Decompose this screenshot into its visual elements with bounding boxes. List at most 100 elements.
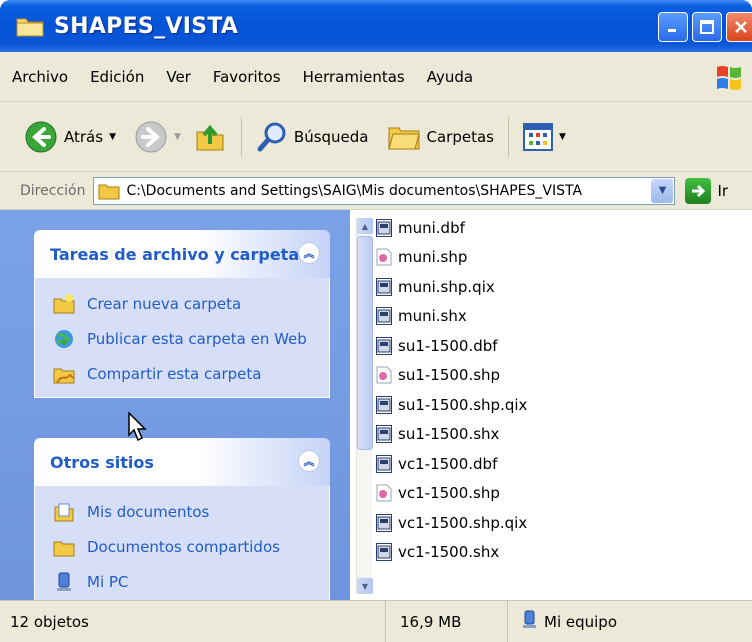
dbf-file-icon (376, 455, 392, 473)
other-places-header[interactable]: Otros sitios ︽ (34, 438, 330, 486)
forward-dropdown-icon[interactable]: ▼ (174, 132, 181, 142)
file-item[interactable]: vc1-1500.shp (376, 479, 500, 507)
share-folder-icon (53, 363, 75, 385)
back-arrow-icon (25, 121, 57, 152)
views-grid-icon (522, 122, 553, 151)
forward-button[interactable]: ▼ (128, 113, 187, 161)
file-item[interactable]: muni.shp.qix (376, 273, 495, 301)
place-my-computer[interactable]: Mi PC (53, 564, 329, 599)
scroll-down-button[interactable]: ▼ (357, 578, 373, 594)
address-bar: Dirección C:\Documents and Settings\SAIG… (0, 172, 752, 210)
task-label: Publicar esta carpeta en Web (87, 329, 307, 348)
folders-icon (387, 127, 420, 149)
task-pane: Tareas de archivo y carpeta ︽ Crear nuev… (0, 210, 350, 600)
file-item[interactable]: su1-1500.shx (376, 420, 499, 448)
back-label: Atrás (64, 127, 104, 146)
search-button[interactable]: Búsqueda (250, 113, 375, 161)
place-my-documents[interactable]: Mis documentos (53, 494, 329, 529)
task-label: Crear nueva carpeta (87, 294, 242, 313)
minimize-button[interactable] (658, 12, 688, 42)
go-label[interactable]: Ir (717, 182, 728, 200)
status-bar: 12 objetos 16,9 MB Mi equipo (0, 600, 752, 642)
vertical-scrollbar[interactable]: ▲ ▼ (356, 218, 373, 594)
address-input[interactable]: C:\Documents and Settings\SAIG\Mis docum… (93, 176, 676, 205)
file-item[interactable]: vc1-1500.dbf (376, 450, 497, 478)
file-item[interactable]: su1-1500.shp.qix (376, 391, 527, 419)
qix-file-icon (376, 514, 392, 532)
folders-button[interactable]: Carpetas (381, 113, 500, 161)
menu-herramientas[interactable]: Herramientas (303, 68, 405, 86)
go-arrow-icon (692, 184, 706, 197)
file-item[interactable]: muni.shx (376, 302, 467, 330)
my-documents-icon (53, 501, 75, 523)
views-button[interactable]: ▼ (517, 113, 572, 161)
menu-edicion[interactable]: Edición (90, 68, 144, 86)
menu-archivo[interactable]: Archivo (12, 68, 68, 86)
address-dropdown-button[interactable]: ▼ (651, 178, 674, 203)
shx-file-icon (376, 543, 392, 561)
task-share-folder[interactable]: Compartir esta carpeta (53, 356, 329, 391)
file-item[interactable]: muni.shp (376, 243, 467, 271)
scroll-up-button[interactable]: ▲ (357, 218, 373, 234)
place-shared-documents[interactable]: Documentos compartidos (53, 529, 329, 564)
task-new-folder[interactable]: Crear nueva carpeta (53, 286, 329, 321)
place-label: Mis documentos (87, 502, 210, 521)
address-path: C:\Documents and Settings\SAIG\Mis docum… (126, 182, 583, 199)
up-folder-button[interactable] (187, 113, 233, 161)
file-item[interactable]: su1-1500.dbf (376, 332, 498, 360)
qix-file-icon (376, 396, 392, 414)
menu-ver[interactable]: Ver (166, 68, 191, 86)
status-objects: 12 objetos (0, 600, 386, 642)
back-button[interactable]: Atrás ▼ (18, 113, 122, 161)
title-bar[interactable]: SHAPES_VISTA (0, 0, 752, 52)
file-item[interactable]: muni.dbf (376, 214, 465, 242)
windows-logo-icon (714, 62, 744, 92)
file-item[interactable]: vc1-1500.shx (376, 538, 499, 566)
back-dropdown-icon[interactable]: ▼ (109, 132, 116, 142)
file-name: muni.shp.qix (398, 278, 495, 296)
mouse-cursor-icon (128, 411, 148, 442)
search-icon (257, 122, 286, 151)
maximize-button[interactable] (692, 12, 722, 42)
menu-ayuda[interactable]: Ayuda (427, 68, 473, 86)
place-label: Mi PC (87, 572, 129, 591)
minimize-icon (668, 29, 676, 32)
go-button[interactable] (685, 177, 712, 204)
my-computer-icon (520, 610, 538, 634)
collapse-icon[interactable]: ︽ (298, 450, 320, 472)
toolbar-separator (240, 116, 242, 157)
object-count: 12 objetos (10, 612, 89, 631)
collapse-icon[interactable]: ︽ (298, 242, 320, 264)
toolbar-separator (507, 116, 509, 157)
address-label: Dirección (20, 182, 86, 199)
toolbar: Atrás ▼ ▼ Búsqueda Carpetas ▼ (0, 102, 752, 172)
file-item[interactable]: vc1-1500.shp.qix (376, 509, 527, 537)
dbf-file-icon (376, 219, 392, 237)
shp-file-icon (376, 248, 392, 266)
close-button[interactable] (726, 12, 752, 42)
task-publish-web[interactable]: Publicar esta carpeta en Web (53, 321, 329, 356)
forward-arrow-icon (135, 121, 167, 152)
file-name: muni.shp (398, 248, 468, 266)
tasks-panel-body: Crear nueva carpeta Publicar esta carpet… (34, 278, 330, 398)
tasks-panel-title: Tareas de archivo y carpeta (50, 244, 300, 264)
dbf-file-icon (376, 337, 392, 355)
file-name: muni.shx (398, 307, 467, 325)
tasks-panel-header[interactable]: Tareas de archivo y carpeta ︽ (34, 230, 330, 278)
file-name: vc1-1500.shp (398, 484, 500, 502)
views-dropdown-icon[interactable]: ▼ (559, 132, 566, 142)
file-item[interactable]: su1-1500.shp (376, 361, 500, 389)
file-name: su1-1500.shx (398, 425, 500, 443)
maximize-icon (700, 20, 714, 34)
menu-favoritos[interactable]: Favoritos (213, 68, 281, 86)
folders-label: Carpetas (426, 127, 494, 146)
file-name: su1-1500.dbf (398, 337, 498, 355)
task-label: Compartir esta carpeta (87, 364, 262, 383)
close-icon (735, 21, 747, 33)
other-places-panel: Otros sitios ︽ Mis documentos Documentos… (34, 438, 330, 600)
folder-icon (98, 184, 120, 199)
scroll-thumb[interactable] (357, 236, 373, 450)
search-label: Búsqueda (293, 127, 369, 146)
shp-file-icon (376, 366, 392, 384)
zone-label: Mi equipo (544, 612, 618, 631)
